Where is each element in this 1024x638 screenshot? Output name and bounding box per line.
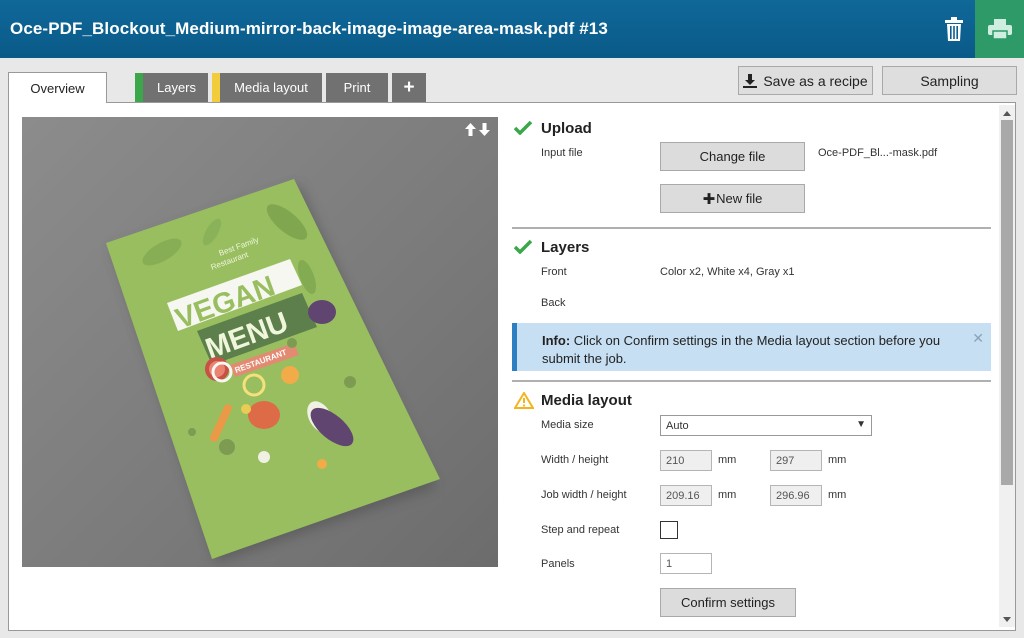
download-icon bbox=[743, 73, 758, 88]
job-size-label: Job width / height bbox=[541, 489, 627, 501]
panels-field[interactable]: 1 bbox=[660, 553, 712, 574]
title-bar: Oce-PDF_Blockout_Medium-mirror-back-imag… bbox=[0, 0, 1024, 58]
panels-label: Panels bbox=[541, 558, 575, 570]
printer-icon bbox=[987, 19, 1012, 39]
width-height-label: Width / height bbox=[541, 454, 609, 466]
media-size-value: Auto bbox=[666, 420, 689, 432]
front-value: Color x2, White x4, Gray x1 bbox=[660, 266, 795, 278]
tab-label: Print bbox=[343, 80, 371, 95]
media-size-label: Media size bbox=[541, 419, 594, 431]
new-file-label: New file bbox=[716, 191, 763, 206]
width-unit: mm bbox=[718, 454, 737, 466]
add-tab-button[interactable]: + bbox=[392, 73, 426, 102]
caret-up-icon bbox=[1003, 110, 1011, 116]
confirm-settings-button[interactable]: Confirm settings bbox=[660, 588, 796, 617]
save-recipe-button[interactable]: Save as a recipe bbox=[738, 66, 873, 95]
tab-overview[interactable]: Overview bbox=[8, 72, 107, 103]
check-icon bbox=[514, 238, 536, 256]
section-divider bbox=[512, 227, 991, 229]
tab-label: Media layout bbox=[234, 80, 308, 95]
tab-media-layout[interactable]: Media layout bbox=[212, 73, 322, 102]
scrollbar-thumb[interactable] bbox=[1001, 120, 1013, 485]
section-divider bbox=[512, 380, 991, 382]
save-recipe-label: Save as a recipe bbox=[763, 72, 868, 89]
info-prefix: Info: bbox=[542, 333, 571, 348]
height-unit: mm bbox=[828, 454, 847, 466]
step-repeat-label: Step and repeat bbox=[541, 524, 620, 536]
tab-label: Layers bbox=[156, 80, 197, 95]
upload-section-heading: Upload bbox=[514, 119, 592, 137]
media-heading: Media layout bbox=[541, 391, 632, 409]
job-height-unit: mm bbox=[828, 489, 847, 501]
job-width-field[interactable]: 209.16 bbox=[660, 485, 712, 506]
caret-down-icon bbox=[1003, 616, 1011, 622]
new-file-button[interactable]: ✚ New file bbox=[660, 184, 805, 213]
media-section-heading: Media layout bbox=[514, 391, 632, 409]
flip-arrows[interactable] bbox=[465, 123, 490, 136]
media-size-select[interactable]: Auto ▼ bbox=[660, 415, 872, 436]
delete-button[interactable] bbox=[934, 0, 974, 58]
trash-icon bbox=[945, 17, 963, 41]
layers-heading: Layers bbox=[541, 238, 590, 256]
tab-print[interactable]: Print bbox=[326, 73, 388, 102]
width-field[interactable]: 210 bbox=[660, 450, 712, 471]
warning-icon bbox=[514, 391, 536, 409]
job-width-unit: mm bbox=[718, 489, 737, 501]
menu-preview-image: Best Family Restaurant VEGAN MENU RESTAU… bbox=[106, 179, 440, 563]
back-label: Back bbox=[541, 297, 566, 309]
upload-heading: Upload bbox=[541, 119, 592, 137]
check-icon bbox=[514, 119, 536, 137]
info-message: Click on Confirm settings in the Media l… bbox=[542, 333, 941, 366]
close-icon[interactable]: ✕ bbox=[972, 329, 984, 347]
print-button[interactable] bbox=[975, 0, 1024, 58]
info-alert: Info: Click on Confirm settings in the M… bbox=[512, 323, 991, 371]
height-field[interactable]: 297 bbox=[770, 450, 822, 471]
tab-layers[interactable]: Layers bbox=[135, 73, 208, 102]
job-title: Oce-PDF_Blockout_Medium-mirror-back-imag… bbox=[10, 19, 608, 38]
input-file-label: Input file bbox=[541, 147, 583, 159]
scroll-down-button[interactable] bbox=[999, 612, 1015, 626]
step-repeat-checkbox[interactable] bbox=[660, 521, 678, 539]
caret-down-icon: ▼ bbox=[856, 419, 866, 430]
plus-icon: ✚ bbox=[702, 190, 716, 208]
confirm-settings-label: Confirm settings bbox=[681, 595, 775, 610]
job-height-field[interactable]: 296.96 bbox=[770, 485, 822, 506]
arrow-down-icon bbox=[479, 123, 490, 136]
job-preview: Best Family Restaurant VEGAN MENU RESTAU… bbox=[22, 117, 498, 567]
layers-section-heading: Layers bbox=[514, 238, 589, 256]
change-file-button[interactable]: Change file bbox=[660, 142, 805, 171]
change-file-label: Change file bbox=[699, 149, 766, 164]
scroll-up-button[interactable] bbox=[999, 106, 1015, 120]
tab-label: Overview bbox=[30, 80, 85, 96]
file-name: Oce-PDF_Bl...-mask.pdf bbox=[818, 147, 938, 159]
plus-icon: + bbox=[403, 76, 415, 98]
status-stripe bbox=[212, 73, 220, 102]
sampling-label: Sampling bbox=[920, 72, 979, 89]
sampling-button[interactable]: Sampling bbox=[882, 66, 1017, 95]
arrow-up-icon bbox=[465, 123, 476, 136]
front-label: Front bbox=[541, 266, 567, 278]
status-stripe bbox=[135, 73, 143, 102]
